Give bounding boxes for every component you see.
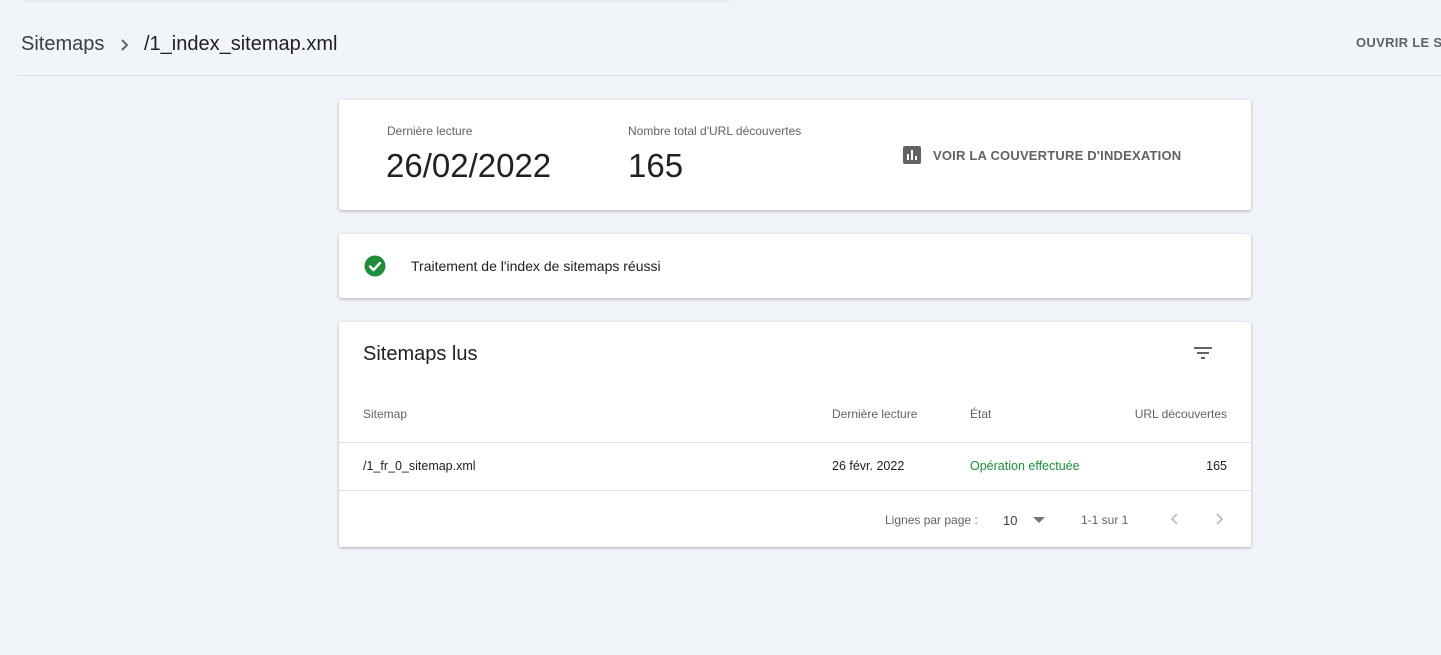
previous-page-button[interactable] — [1164, 508, 1186, 530]
next-page-button[interactable] — [1208, 508, 1230, 530]
breadcrumb-current: /1_index_sitemap.xml — [144, 33, 338, 55]
processing-status-card: Traitement de l'index de sitemaps réussi — [339, 234, 1251, 298]
row-state: Opération effectuée — [970, 459, 1080, 473]
sitemaps-read-card: Sitemaps lus Sitemap Dernière lecture Ét… — [339, 322, 1251, 547]
page-range: 1-1 sur 1 — [1081, 513, 1129, 527]
total-urls-label: Nombre total d'URL découvertes — [628, 124, 802, 138]
table-row[interactable]: /1_fr_0_sitemap.xml 26 févr. 2022 Opérat… — [339, 443, 1251, 490]
row-urls: 165 — [1206, 459, 1227, 473]
rows-per-page-label: Lignes par page : — [885, 513, 978, 527]
column-header-state[interactable]: État — [970, 407, 991, 421]
column-header-urls[interactable]: URL découvertes — [1135, 407, 1227, 421]
last-read-label: Dernière lecture — [387, 124, 473, 138]
header-divider — [18, 75, 1441, 76]
bar-chart-icon — [903, 146, 921, 164]
rows-per-page-value: 10 — [1003, 512, 1018, 528]
last-read-value: 26/02/2022 — [386, 147, 552, 184]
page-header: Sitemaps /1_index_sitemap.xml OUVRIR LE … — [0, 0, 1441, 76]
column-header-sitemap[interactable]: Sitemap — [363, 407, 407, 421]
view-coverage-label: VOIR LA COUVERTURE D'INDEXATION — [933, 147, 1182, 163]
row-sitemap: /1_fr_0_sitemap.xml — [363, 459, 476, 473]
rows-per-page-select[interactable]: 10 — [1003, 511, 1046, 529]
open-sitemap-link[interactable]: OUVRIR LE SITEMAP — [1356, 35, 1441, 50]
view-coverage-button[interactable]: VOIR LA COUVERTURE D'INDEXATION — [903, 146, 1181, 164]
table-row-divider — [339, 490, 1251, 491]
sitemap-stats-card: Dernière lecture 26/02/2022 Nombre total… — [339, 100, 1251, 210]
row-last-read: 26 févr. 2022 — [832, 459, 905, 473]
status-message: Traitement de l'index de sitemaps réussi — [411, 258, 661, 274]
total-urls-value: 165 — [628, 147, 684, 184]
table-title: Sitemaps lus — [363, 343, 478, 365]
filter-icon[interactable] — [1191, 341, 1215, 365]
chevron-right-icon — [121, 39, 129, 51]
check-circle-icon — [364, 255, 386, 277]
breadcrumb-sitemaps[interactable]: Sitemaps — [21, 33, 104, 56]
caret-down-icon — [1033, 517, 1046, 523]
column-header-last-read[interactable]: Dernière lecture — [832, 407, 917, 421]
